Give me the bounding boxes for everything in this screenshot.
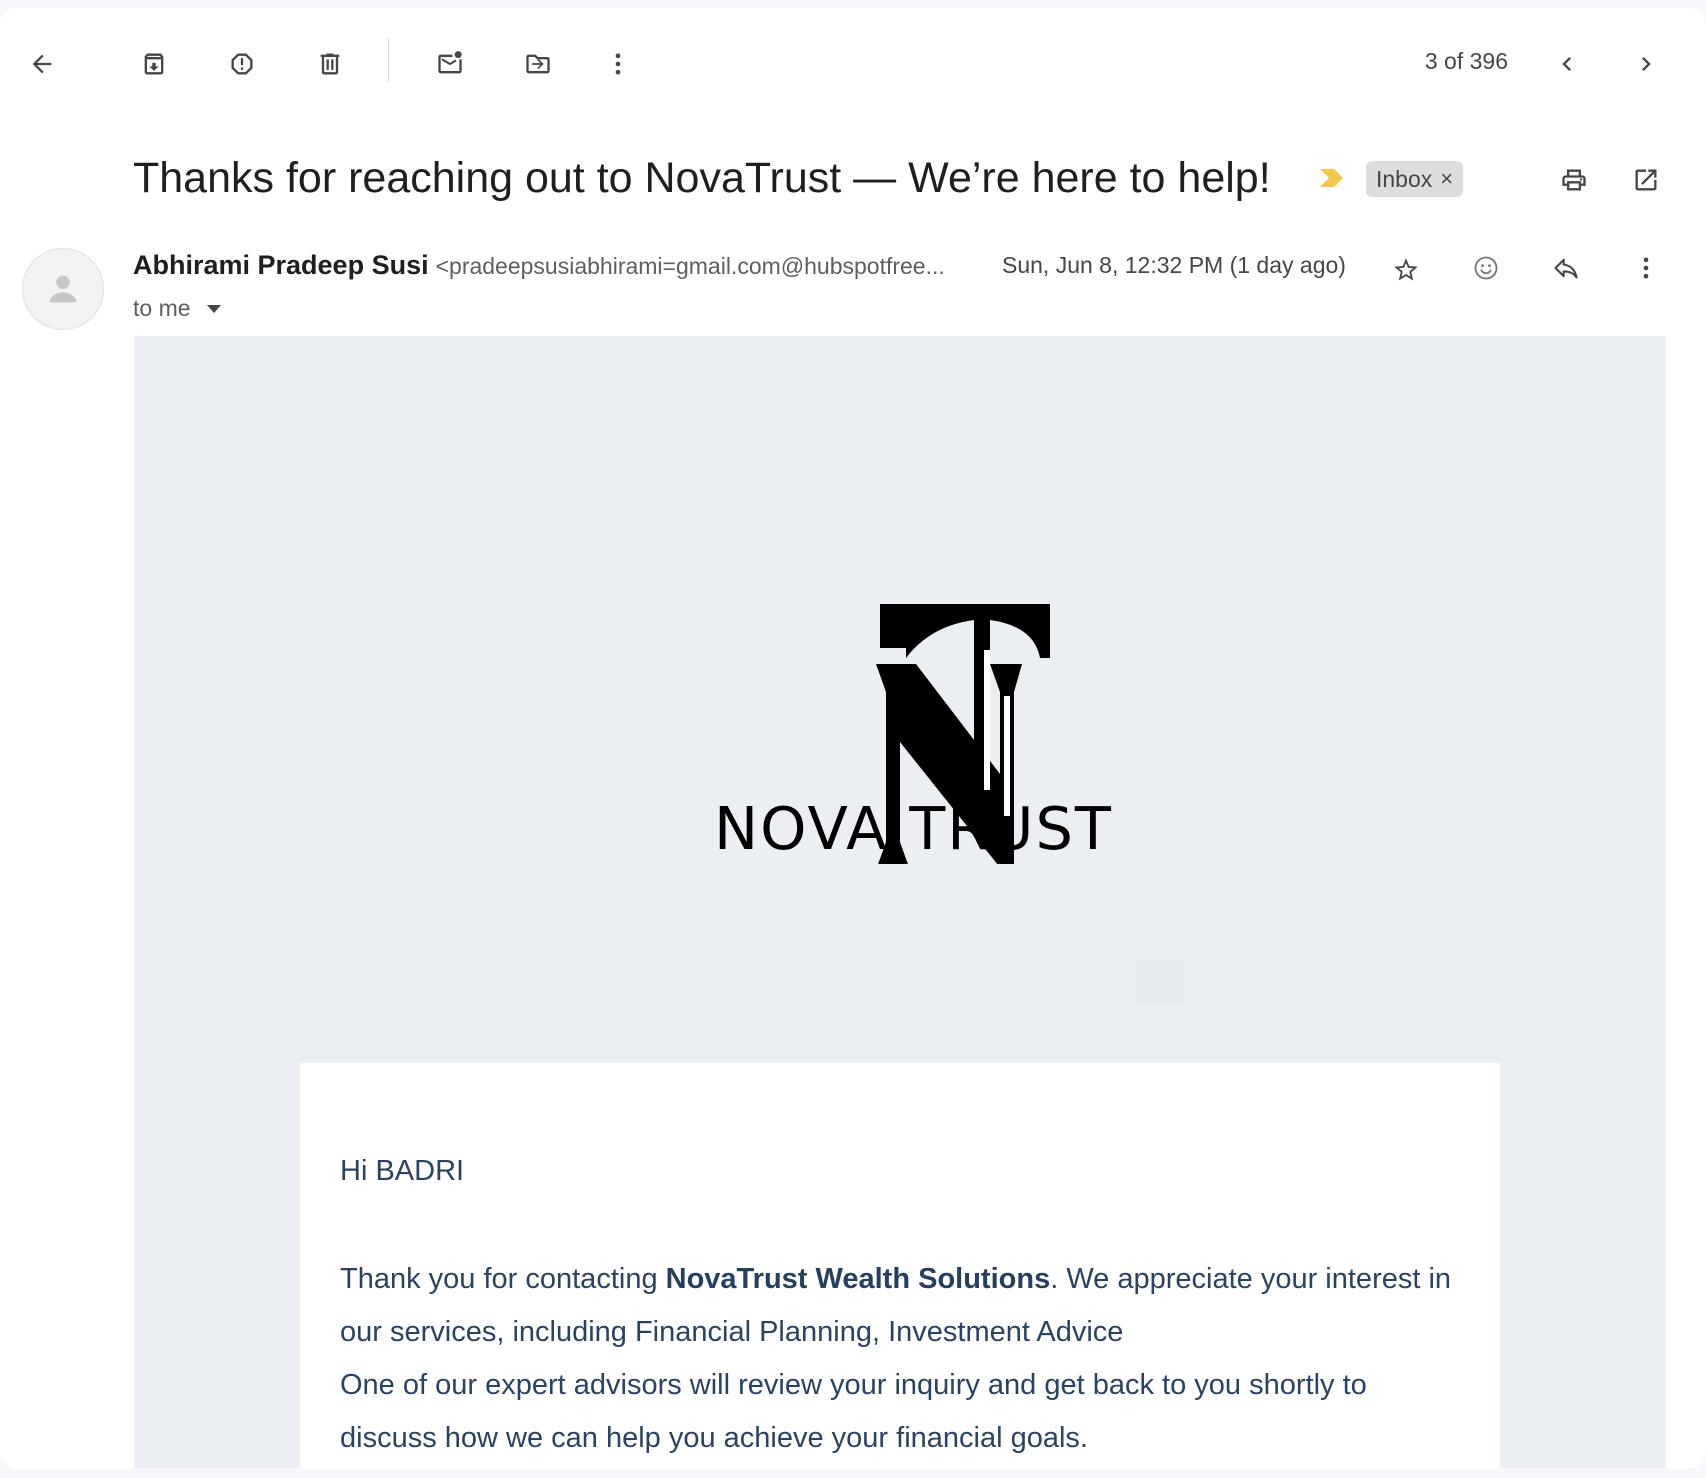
chevron-down-icon[interactable] (206, 304, 221, 313)
sender-line: Abhirami Pradeep Susi <pradeepsusiabhira… (133, 250, 945, 281)
message-counter: 3 of 396 (1424, 48, 1508, 74)
reply-button[interactable] (1542, 244, 1590, 292)
toolbar-divider (388, 38, 389, 82)
label-chip-text: Inbox (1376, 165, 1433, 192)
move-to-button[interactable] (514, 40, 562, 88)
message-paragraph: Thank you for contacting NovaTrust Wealt… (340, 1253, 1470, 1465)
remove-label-button[interactable]: × (1440, 166, 1453, 192)
mark-unread-button[interactable] (426, 40, 474, 88)
chevron-left-icon (1562, 57, 1571, 71)
more-vert-icon (615, 53, 621, 75)
report-spam-icon (231, 53, 253, 75)
archive-button[interactable] (130, 40, 178, 88)
greeting: Hi BADRI (340, 1155, 465, 1187)
para-second: One of our expert advisors will review y… (340, 1369, 1367, 1454)
report-spam-button[interactable] (218, 40, 266, 88)
importance-marker-icon[interactable] (1318, 167, 1346, 189)
label-chip-inbox: Inbox × (1366, 161, 1464, 197)
newer-button[interactable] (1543, 40, 1591, 88)
move-to-icon (526, 54, 550, 74)
person-icon (49, 275, 77, 303)
hidden-image-placeholder (1136, 960, 1184, 1004)
sender-avatar[interactable] (22, 248, 104, 330)
message-more-button[interactable] (1622, 244, 1670, 292)
reply-icon (1554, 258, 1578, 279)
more-vert-icon (1643, 257, 1649, 279)
print-icon (1562, 169, 1586, 191)
company-name: NovaTrust Wealth Solutions (665, 1263, 1051, 1295)
message-date: Sun, Jun 8, 12:32 PM (1 day ago) (1002, 252, 1346, 278)
add-reaction-button[interactable] (1462, 244, 1510, 292)
email-view: 3 of 396 Thanks for reaching out to Nova… (0, 8, 1706, 1468)
older-button[interactable] (1622, 40, 1670, 88)
recipient-line: to me (133, 295, 221, 322)
star-button[interactable] (1382, 246, 1430, 294)
more-options-button[interactable] (594, 40, 642, 88)
sender-name[interactable]: Abhirami Pradeep Susi (133, 250, 429, 281)
sender-email: <pradeepsusiabhirami=gmail.com@hubspotfr… (435, 253, 945, 279)
arrow-left-icon (32, 54, 52, 74)
trash-icon (320, 53, 340, 75)
back-button[interactable] (18, 40, 66, 88)
recipient-text: to me (133, 295, 191, 321)
delete-button[interactable] (306, 40, 354, 88)
mark-unread-icon (438, 51, 462, 74)
email-subject: Thanks for reaching out to NovaTrust — W… (133, 154, 1271, 202)
chevron-right-icon (1642, 57, 1651, 71)
archive-icon (144, 53, 164, 75)
message-card: Hi BADRI Thank you for contacting NovaTr… (300, 1063, 1500, 1468)
open-new-window-button[interactable] (1622, 156, 1670, 204)
print-button[interactable] (1550, 156, 1598, 204)
emoji-icon (1474, 256, 1498, 280)
open-in-new-icon (1635, 169, 1657, 191)
para-start: Thank you for contacting (340, 1263, 666, 1295)
star-icon (1394, 258, 1418, 281)
logo-wordmark: NOVA TRUST (714, 794, 1113, 863)
email-body: NOVA TRUST Hi BADRI Thank you for contac… (134, 336, 1666, 1468)
